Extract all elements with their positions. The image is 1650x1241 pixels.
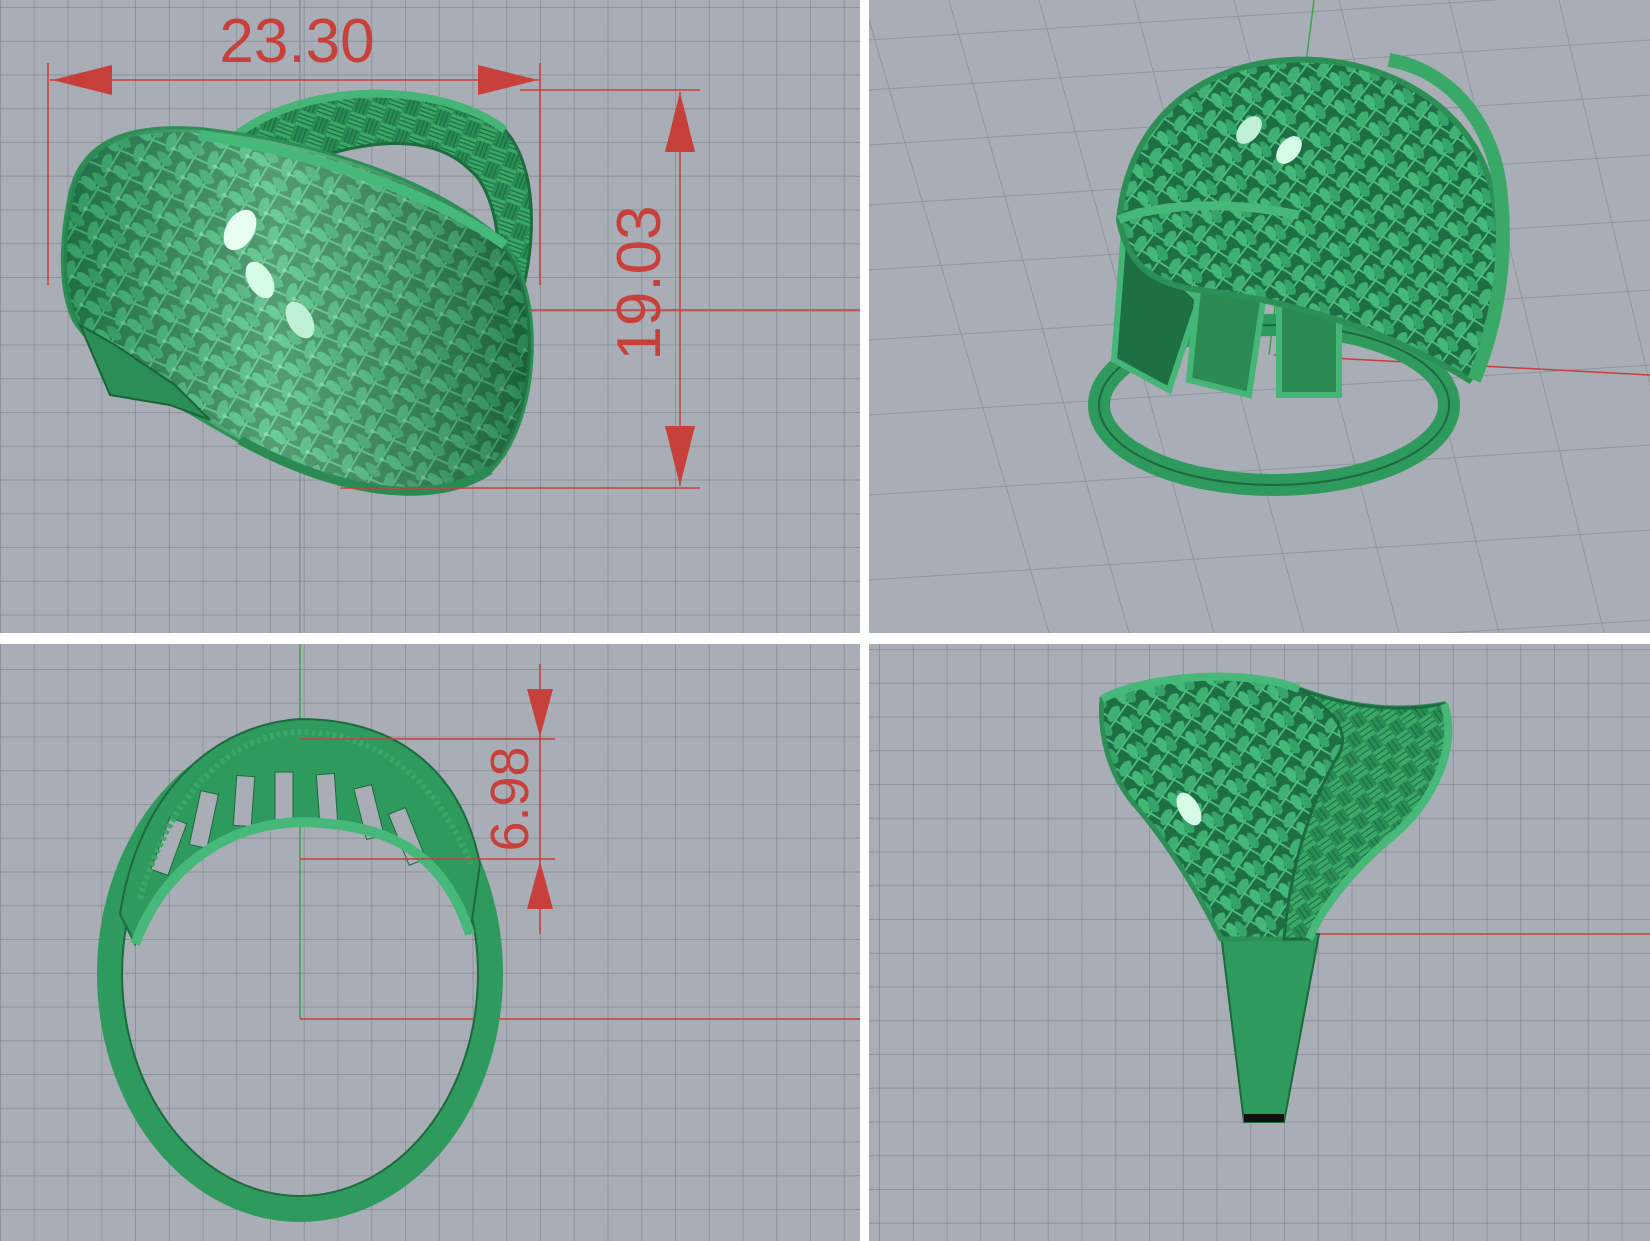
filigree-ring-icon[interactable]: [1088, 53, 1510, 496]
thickness-dimension-label: 6.98: [480, 746, 540, 851]
viewport-bottom-right[interactable]: [869, 644, 1650, 1241]
viewport-bottom-left-canvas: 6.98: [97, 644, 860, 1222]
viewport-bottom-right-canvas: [1099, 672, 1650, 1123]
viewport-top-left-canvas: 23.30 19.03: [47, 0, 860, 633]
filigree-ring-icon[interactable]: [60, 89, 534, 496]
viewport-top-right[interactable]: [869, 0, 1650, 633]
viewport-top-left[interactable]: 23.30 19.03: [0, 0, 860, 633]
viewport-bottom-left[interactable]: 6.98: [0, 644, 860, 1241]
height-dimension-label: 19.03: [605, 205, 674, 360]
viewport-top-right-canvas: [869, 0, 1650, 633]
width-dimension-label: 23.30: [219, 7, 374, 76]
filigree-ring-icon[interactable]: [1099, 672, 1453, 1123]
